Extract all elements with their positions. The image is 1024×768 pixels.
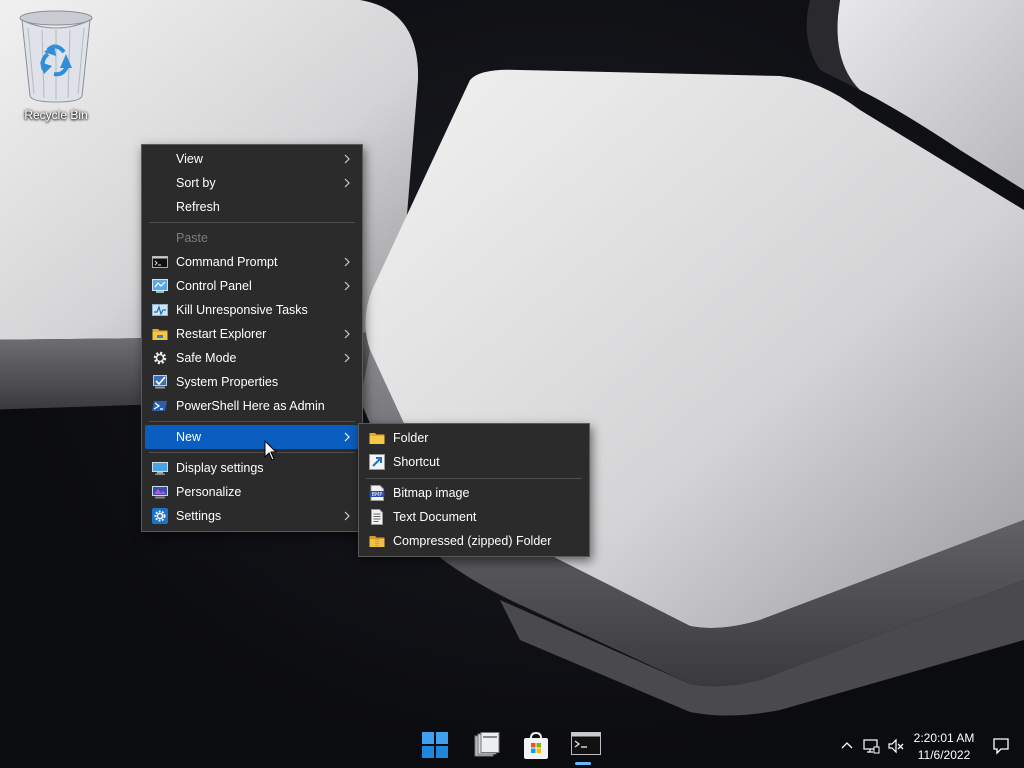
submenu-item-label: Text Document	[393, 510, 477, 524]
windows-logo-icon	[422, 732, 448, 758]
store-icon	[524, 732, 548, 759]
menu-item-label: System Properties	[176, 375, 279, 389]
settings-icon	[152, 508, 168, 524]
recycle-bin-icon	[19, 10, 93, 103]
menu-item-label: Kill Unresponsive Tasks	[176, 303, 308, 317]
menu-item-command-prompt[interactable]: Command Prompt	[145, 250, 359, 274]
menu-item-label: PowerShell Here as Admin	[176, 399, 325, 413]
menu-item-label: Restart Explorer	[176, 327, 267, 341]
menu-item-safe-mode[interactable]: Safe Mode	[145, 346, 359, 370]
submenu-item-label: Bitmap image	[393, 486, 470, 500]
submenu-item-compressed-folder[interactable]: Compressed (zipped) Folder	[362, 529, 586, 553]
menu-item-label: Refresh	[176, 200, 220, 214]
recycle-bin-label: Recycle Bin	[24, 108, 88, 122]
submenu-item-label: Folder	[393, 431, 429, 445]
menu-item-sort-by[interactable]: Sort by	[145, 171, 359, 195]
menu-item-control-panel[interactable]: Control Panel	[145, 274, 359, 298]
menu-item-system-properties[interactable]: System Properties	[145, 370, 359, 394]
menu-item-personalize[interactable]: Personalize	[145, 480, 359, 504]
file-explorer-icon	[474, 732, 500, 757]
bitmap-icon: BMP	[369, 485, 385, 501]
folder-icon	[369, 433, 385, 444]
recycle-bin-shortcut[interactable]: Recycle Bin	[14, 6, 98, 126]
menu-item-view[interactable]: View	[145, 147, 359, 171]
command-prompt-taskbar-button[interactable]	[563, 723, 603, 765]
volume-muted-icon[interactable]	[887, 737, 905, 755]
chevron-right-icon	[344, 281, 350, 291]
control-panel-icon	[152, 279, 168, 293]
microsoft-store-button[interactable]	[514, 723, 554, 765]
active-app-indicator	[575, 762, 591, 765]
chevron-up-icon[interactable]	[838, 737, 856, 755]
notification-icon[interactable]	[992, 737, 1010, 755]
menu-item-label: Control Panel	[176, 279, 252, 293]
menu-item-paste: Paste	[145, 226, 359, 250]
menu-item-label: Display settings	[176, 461, 264, 475]
menu-item-display-settings[interactable]: Display settings	[145, 456, 359, 480]
menu-item-settings[interactable]: Settings	[145, 504, 359, 528]
menu-separator	[149, 222, 355, 223]
clock-time: 2:20:01 AM	[913, 731, 975, 745]
submenu-item-bitmap-image[interactable]: BMP Bitmap image	[362, 481, 586, 505]
shortcut-icon	[369, 454, 385, 470]
menu-item-refresh[interactable]: Refresh	[145, 195, 359, 219]
menu-separator	[366, 478, 582, 479]
folder-icon	[152, 329, 168, 340]
personalize-icon	[152, 486, 168, 499]
system-clock[interactable]: 2:20:01 AM 11/6/2022	[906, 730, 982, 764]
desktop-context-menu: View Sort by Refresh Paste Command Promp…	[141, 144, 363, 532]
submenu-item-text-document[interactable]: Text Document	[362, 505, 586, 529]
submenu-item-shortcut[interactable]: Shortcut	[362, 450, 586, 474]
svg-text:BMP: BMP	[372, 492, 383, 498]
powershell-icon	[152, 401, 167, 411]
new-submenu: Folder Shortcut BMP Bitmap image Text Do…	[358, 423, 590, 557]
chevron-right-icon	[344, 257, 350, 267]
menu-item-label: New	[176, 430, 202, 444]
menu-item-label: Paste	[176, 231, 208, 245]
submenu-item-folder[interactable]: Folder	[362, 426, 586, 450]
chevron-right-icon	[344, 432, 350, 442]
zip-folder-icon	[369, 536, 385, 547]
chevron-right-icon	[344, 353, 350, 363]
system-properties-icon	[153, 375, 167, 389]
menu-item-label: Personalize	[176, 485, 242, 499]
clock-date: 11/6/2022	[917, 748, 971, 762]
gear-icon	[153, 351, 167, 365]
submenu-item-label: Compressed (zipped) Folder	[393, 534, 552, 548]
text-document-icon	[371, 509, 383, 525]
menu-separator	[149, 421, 355, 422]
menu-item-powershell-here-as-admin[interactable]: PowerShell Here as Admin	[145, 394, 359, 418]
menu-item-new[interactable]: New	[145, 425, 359, 449]
chevron-right-icon	[344, 511, 350, 521]
network-icon[interactable]	[862, 737, 880, 755]
command-prompt-icon	[152, 256, 168, 268]
file-explorer-button[interactable]	[465, 723, 505, 765]
start-button[interactable]	[414, 723, 454, 765]
submenu-item-label: Shortcut	[393, 455, 440, 469]
menu-item-label: Command Prompt	[176, 255, 278, 269]
menu-item-kill-unresponsive-tasks[interactable]: Kill Unresponsive Tasks	[145, 298, 359, 322]
terminal-icon	[571, 732, 601, 755]
menu-separator	[149, 452, 355, 453]
chevron-right-icon	[344, 178, 350, 188]
menu-item-label: View	[176, 152, 203, 166]
chevron-right-icon	[344, 329, 350, 339]
menu-item-label: Safe Mode	[176, 351, 237, 365]
menu-item-label: Sort by	[176, 176, 216, 190]
chevron-right-icon	[344, 154, 350, 164]
menu-item-label: Settings	[176, 509, 222, 523]
menu-item-restart-explorer[interactable]: Restart Explorer	[145, 322, 359, 346]
task-manager-icon	[152, 304, 168, 316]
display-icon	[152, 462, 168, 475]
mouse-cursor-icon	[264, 440, 278, 461]
